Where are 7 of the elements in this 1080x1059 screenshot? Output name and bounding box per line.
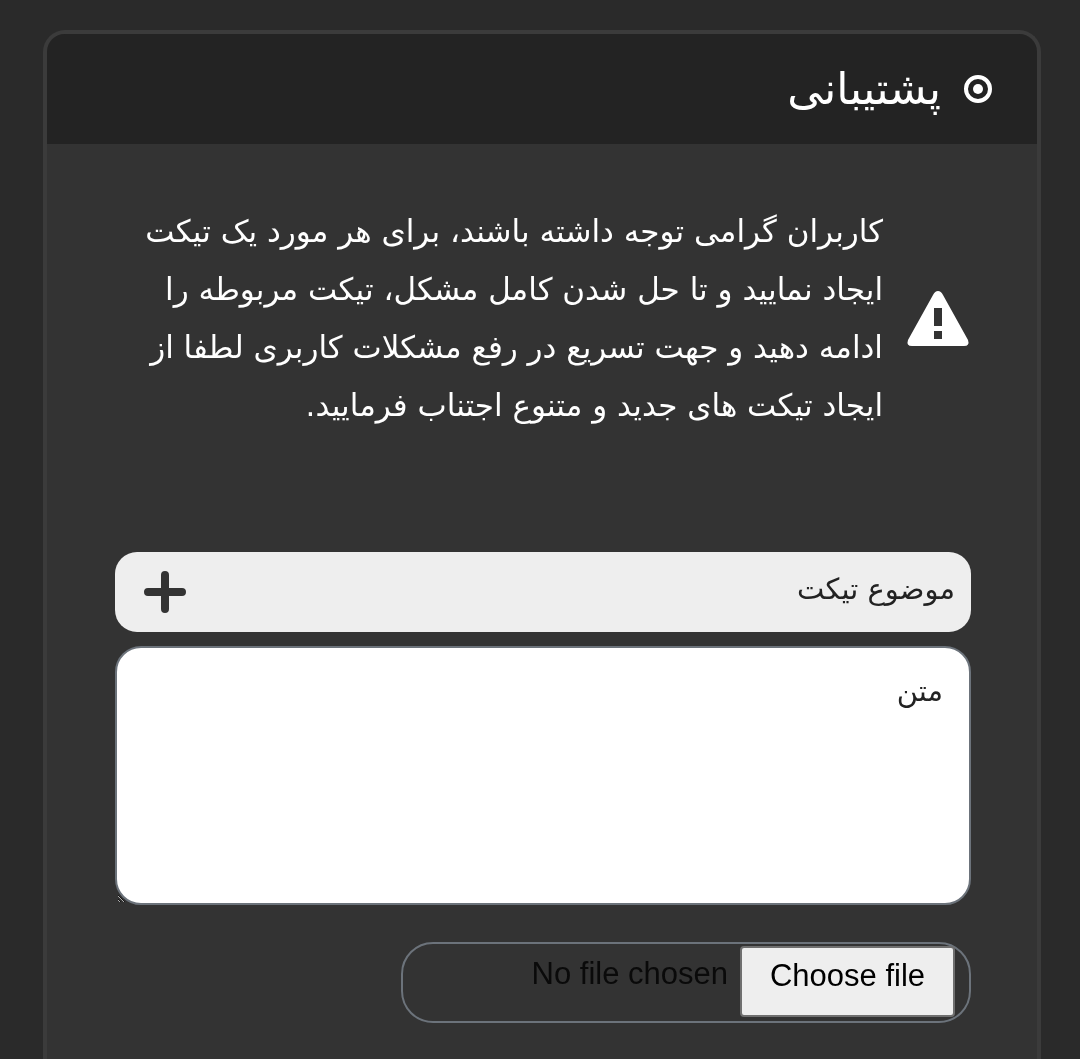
plus-icon[interactable] [143,570,187,614]
choose-file-button[interactable]: Choose file [740,946,955,1017]
card-title: پشتیبانی [787,62,941,116]
subject-field[interactable]: موضوع تیکت [115,552,971,632]
dot-circle-icon [963,74,993,104]
notice-text: کاربران گرامی توجه داشته باشند، برای هر مورد یک تیکت ایجاد نمایید و تا حل شدن کامل مشکل، تیکت مربوطه را ادامه دهید و جهت تسریع در رفع مشکلات کاربری لطفا از ایجاد تیکت های جدید و متنوع اجتناب فرمایید. [144,212,883,426]
message-field[interactable]: متن [115,646,971,905]
